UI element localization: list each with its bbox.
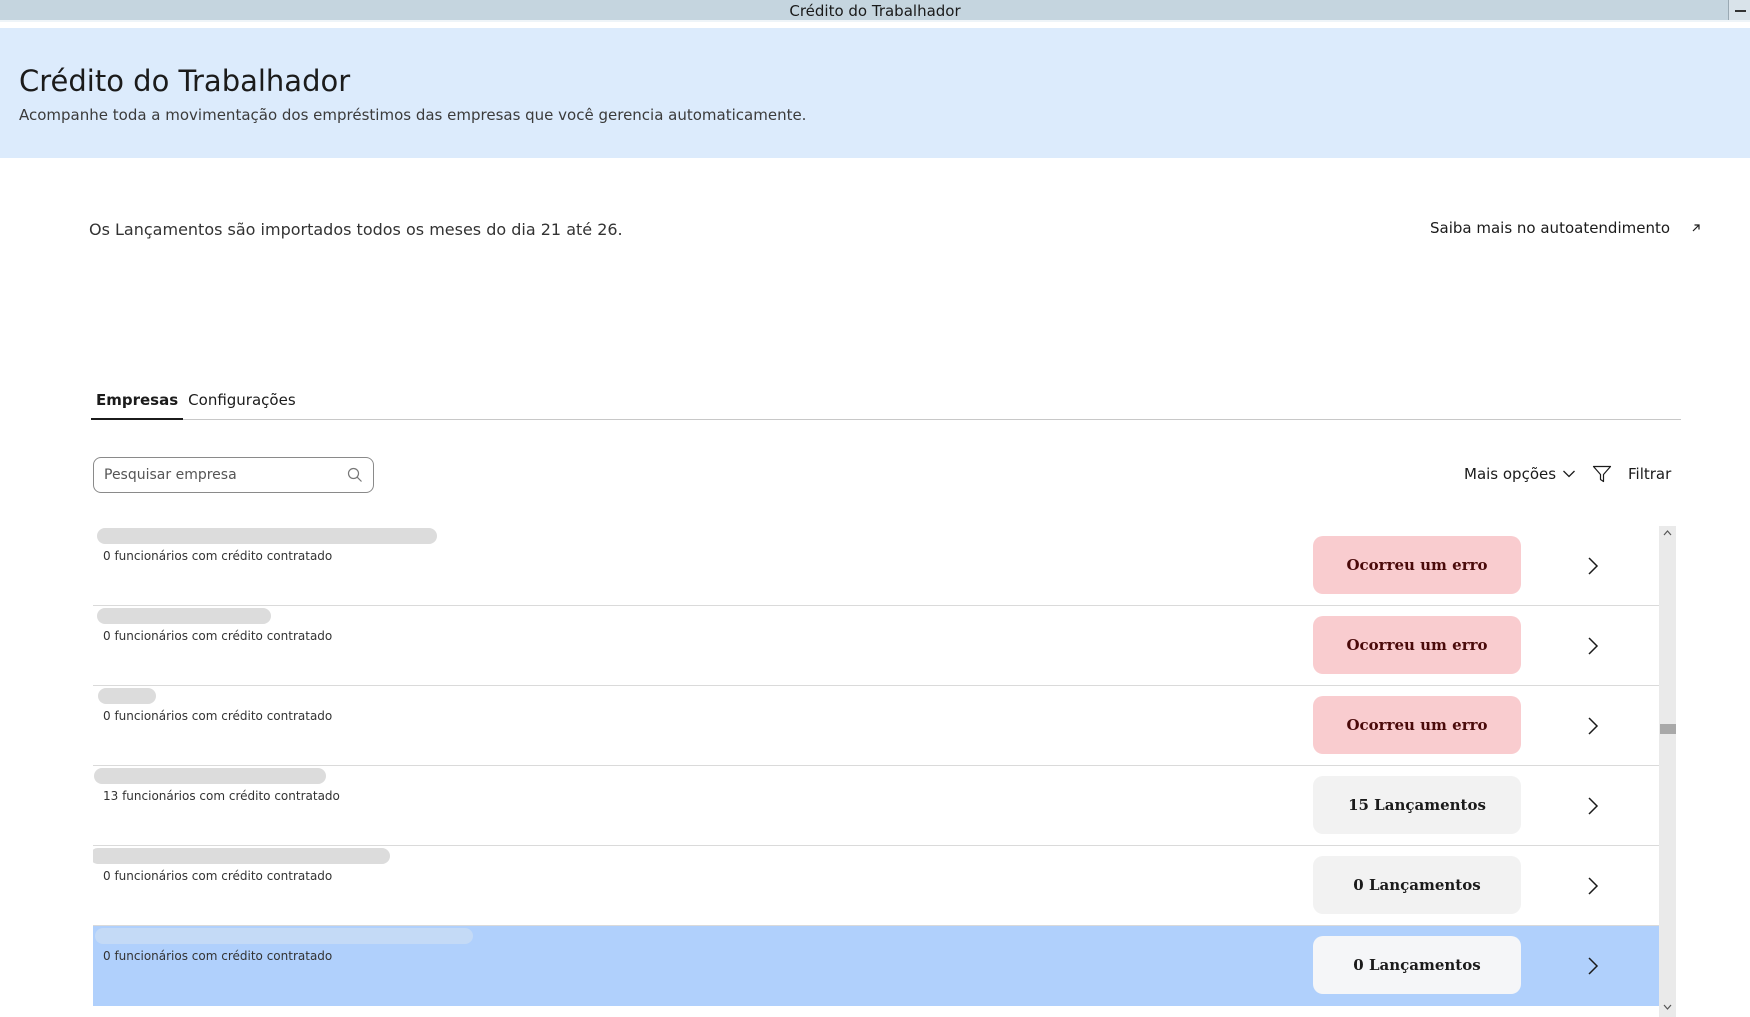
- chevron-right-icon[interactable]: [1583, 876, 1603, 896]
- company-row[interactable]: 0 funcionários com crédito contratado Oc…: [93, 606, 1659, 686]
- employees-count-text: 0 funcionários com crédito contratado: [103, 869, 333, 883]
- minimize-button[interactable]: [1728, 0, 1750, 20]
- page-subtitle: Acompanhe toda a movimentação dos emprés…: [19, 106, 807, 124]
- page-header: Crédito do Trabalhador Acompanhe toda a …: [0, 28, 1750, 158]
- company-row[interactable]: 0 funcionários com crédito contratado 0 …: [93, 846, 1659, 926]
- chevron-right-icon[interactable]: [1583, 636, 1603, 656]
- company-name-placeholder: [95, 928, 473, 944]
- import-info-text: Os Lançamentos são importados todos os m…: [89, 220, 623, 239]
- company-name-placeholder: [98, 688, 156, 704]
- more-options-button[interactable]: Mais opções: [1464, 465, 1576, 483]
- tab-bar: Empresas Configurações: [91, 388, 1681, 420]
- company-name-placeholder: [94, 768, 326, 784]
- status-badge[interactable]: Ocorreu um erro: [1313, 536, 1521, 594]
- filter-icon: [1592, 465, 1612, 483]
- employees-count-text: 0 funcionários com crédito contratado: [103, 549, 333, 563]
- chevron-right-icon[interactable]: [1583, 796, 1603, 816]
- filter-label: Filtrar: [1628, 465, 1672, 483]
- employees-count-text: 13 funcionários com crédito contratado: [103, 789, 340, 803]
- window-titlebar: Crédito do Trabalhador: [0, 0, 1750, 22]
- status-badge[interactable]: 0 Lançamentos: [1313, 856, 1521, 914]
- company-row[interactable]: 0 funcionários com crédito contratado Oc…: [93, 526, 1659, 606]
- scroll-down-icon[interactable]: [1662, 1002, 1673, 1012]
- status-badge[interactable]: Ocorreu um erro: [1313, 696, 1521, 754]
- page-title: Crédito do Trabalhador: [19, 64, 351, 98]
- company-search: [93, 457, 374, 493]
- company-name-placeholder: [97, 528, 437, 544]
- filter-button[interactable]: Filtrar: [1592, 465, 1671, 483]
- search-input[interactable]: [104, 467, 347, 483]
- tab-empresas[interactable]: Empresas: [91, 388, 184, 420]
- external-link-icon: [1692, 224, 1700, 232]
- company-row[interactable]: 13 funcionários com crédito contratado 1…: [93, 766, 1659, 846]
- scroll-up-icon[interactable]: [1662, 528, 1673, 538]
- window-title: Crédito do Trabalhador: [789, 2, 961, 20]
- chevron-right-icon[interactable]: [1583, 956, 1603, 976]
- self-service-link-label: Saiba mais no autoatendimento: [1430, 219, 1671, 237]
- company-row-selected[interactable]: 0 funcionários com crédito contratado 0 …: [93, 926, 1659, 1006]
- more-options-label: Mais opções: [1464, 465, 1557, 483]
- chevron-down-icon: [1563, 470, 1576, 478]
- status-badge[interactable]: Ocorreu um erro: [1313, 616, 1521, 674]
- scrollbar-thumb[interactable]: [1660, 724, 1676, 734]
- list-scrollbar[interactable]: [1659, 526, 1676, 1017]
- search-icon[interactable]: [347, 467, 363, 483]
- company-name-placeholder: [97, 608, 271, 624]
- employees-count-text: 0 funcionários com crédito contratado: [103, 949, 333, 963]
- employees-count-text: 0 funcionários com crédito contratado: [103, 629, 333, 643]
- chevron-right-icon[interactable]: [1583, 556, 1603, 576]
- chevron-right-icon[interactable]: [1583, 716, 1603, 736]
- status-badge[interactable]: 0 Lançamentos: [1313, 936, 1521, 994]
- status-badge[interactable]: 15 Lançamentos: [1313, 776, 1521, 834]
- company-list: 0 funcionários com crédito contratado Oc…: [93, 526, 1659, 1017]
- company-row[interactable]: 0 funcionários com crédito contratado Oc…: [93, 686, 1659, 766]
- employees-count-text: 0 funcionários com crédito contratado: [103, 709, 333, 723]
- tab-configuracoes[interactable]: Configurações: [183, 388, 300, 420]
- company-name-placeholder: [93, 848, 390, 864]
- self-service-link[interactable]: Saiba mais no autoatendimento: [1430, 219, 1702, 237]
